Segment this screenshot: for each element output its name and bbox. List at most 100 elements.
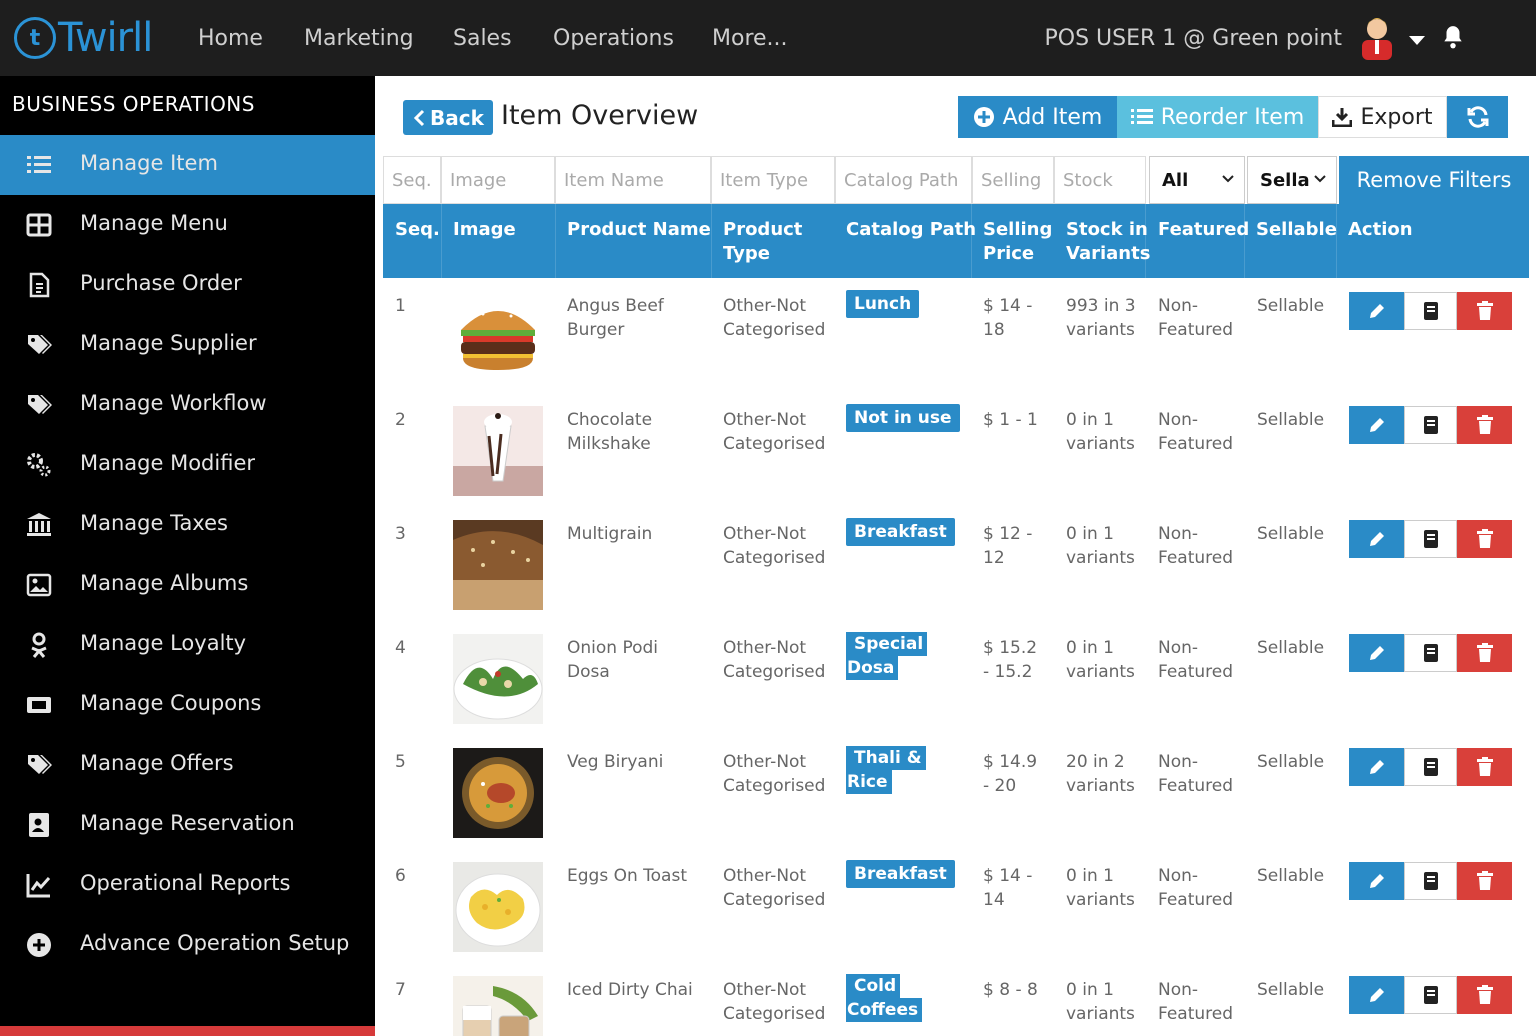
edit-button[interactable] bbox=[1349, 976, 1404, 1014]
sidebar-item-manage-supplier[interactable]: Manage Supplier bbox=[0, 315, 375, 375]
featured-line2: Featured bbox=[1158, 1004, 1234, 1024]
sidebar-item-operational-reports[interactable]: Operational Reports bbox=[0, 855, 375, 915]
avatar[interactable] bbox=[1359, 12, 1395, 60]
details-button[interactable] bbox=[1404, 406, 1457, 444]
delete-button[interactable] bbox=[1457, 406, 1512, 444]
delete-button[interactable] bbox=[1457, 292, 1512, 330]
user-menu-caret-icon[interactable] bbox=[1409, 36, 1425, 45]
sidebar-item-manage-offers[interactable]: Manage Offers bbox=[0, 735, 375, 795]
back-button[interactable]: Back bbox=[403, 100, 493, 135]
details-button[interactable] bbox=[1404, 634, 1457, 672]
nav-marketing[interactable]: Marketing bbox=[304, 0, 414, 76]
featured-line2: Featured bbox=[1158, 320, 1234, 340]
details-button[interactable] bbox=[1404, 862, 1457, 900]
row-product-name[interactable]: Multigrain bbox=[567, 522, 652, 546]
col-product-type[interactable]: Product Type bbox=[723, 218, 802, 266]
remove-filters-button[interactable]: Remove Filters bbox=[1339, 156, 1529, 204]
sidebar-item-manage-menu[interactable]: Manage Menu bbox=[0, 195, 375, 255]
edit-button[interactable] bbox=[1349, 862, 1404, 900]
featured-filter-select[interactable]: All bbox=[1149, 156, 1245, 204]
bread-image[interactable] bbox=[453, 520, 543, 610]
sidebar-item-manage-item[interactable]: Manage Item bbox=[0, 135, 375, 195]
milkshake-image[interactable] bbox=[453, 406, 543, 496]
row-sellable: Sellable bbox=[1257, 980, 1325, 1000]
catalog-path-filter-input[interactable]: Catalog Path bbox=[835, 156, 972, 204]
sidebar-item-manage-modifier[interactable]: Manage Modifier bbox=[0, 435, 375, 495]
col-selling-price[interactable]: Selling Price bbox=[983, 218, 1052, 266]
col-seq[interactable]: Seq. bbox=[395, 218, 440, 242]
nav-more[interactable]: More... bbox=[712, 0, 788, 76]
refresh-button[interactable] bbox=[1447, 96, 1508, 138]
list-icon bbox=[27, 156, 51, 173]
featured-line1: Non- bbox=[1158, 410, 1199, 430]
bell-icon[interactable] bbox=[1440, 24, 1466, 50]
col-featured[interactable]: Featured bbox=[1158, 218, 1249, 242]
export-button[interactable]: Export bbox=[1318, 96, 1447, 138]
table-row: 2 Chocolate Milkshake Other-Not Categorise… bbox=[383, 392, 1529, 506]
selling-filter-input[interactable]: Selling bbox=[972, 156, 1054, 204]
col-stock[interactable]: Stock in Variants bbox=[1066, 218, 1150, 266]
delete-button[interactable] bbox=[1457, 520, 1512, 558]
burger-image[interactable] bbox=[453, 290, 543, 380]
catalog-badge-line2: Dosa bbox=[846, 656, 899, 680]
app-logo[interactable]: t Twirll bbox=[14, 14, 153, 62]
dosa-image[interactable] bbox=[453, 634, 543, 724]
col-catalog-path[interactable]: Catalog Path bbox=[846, 218, 976, 242]
sidebar-item-manage-workflow[interactable]: Manage Workflow bbox=[0, 375, 375, 435]
item-type-filter-input[interactable]: Item Type bbox=[711, 156, 835, 204]
tags-icon bbox=[28, 335, 52, 354]
nav-sales[interactable]: Sales bbox=[453, 0, 512, 76]
trash-icon bbox=[1476, 985, 1493, 1004]
item-name-filter-input[interactable]: Item Name bbox=[555, 156, 711, 204]
sidebar-item-label: Operational Reports bbox=[80, 871, 291, 895]
details-button[interactable] bbox=[1404, 292, 1457, 330]
list-icon bbox=[1130, 109, 1153, 124]
image-filter-input[interactable]: Image bbox=[441, 156, 555, 204]
row-product-name[interactable]: Onion Podi Dosa bbox=[567, 636, 658, 684]
stock-filter-input[interactable]: Stock bbox=[1054, 156, 1146, 204]
edit-button[interactable] bbox=[1349, 634, 1404, 672]
row-product-name[interactable]: Eggs On Toast bbox=[567, 864, 687, 888]
row-product-name[interactable]: Veg Biryani bbox=[567, 750, 663, 774]
sidebar-item-manage-coupons[interactable]: Manage Coupons bbox=[0, 675, 375, 735]
row-product-name[interactable]: Iced Dirty Chai bbox=[567, 978, 693, 1002]
add-item-button[interactable]: Add Item bbox=[958, 96, 1117, 138]
edit-button[interactable] bbox=[1349, 748, 1404, 786]
table-row: 7 Iced Dirty Chai Other-Not Categorised C… bbox=[383, 962, 1529, 1036]
seq-filter-input[interactable]: Seq. bbox=[383, 156, 441, 204]
user-label[interactable]: POS USER 1 @ Green point bbox=[1045, 0, 1343, 76]
row-product-name[interactable]: Chocolate Milkshake bbox=[567, 408, 652, 456]
sidebar-item-advance-operation-setup[interactable]: Advance Operation Setup bbox=[0, 915, 375, 975]
col-sellable[interactable]: Sellable bbox=[1256, 218, 1337, 242]
biryani-image[interactable] bbox=[453, 748, 543, 838]
delete-button[interactable] bbox=[1457, 748, 1512, 786]
delete-button[interactable] bbox=[1457, 634, 1512, 672]
edit-button[interactable] bbox=[1349, 406, 1404, 444]
row-seq: 6 bbox=[395, 866, 406, 886]
details-button[interactable] bbox=[1404, 748, 1457, 786]
sidebar-item-manage-taxes[interactable]: Manage Taxes bbox=[0, 495, 375, 555]
sidebar-item-manage-loyalty[interactable]: Manage Loyalty bbox=[0, 615, 375, 675]
stock-line1: 0 in 1 bbox=[1066, 980, 1114, 1000]
chai-image[interactable] bbox=[453, 976, 543, 1036]
reorder-item-button[interactable]: Reorder Item bbox=[1117, 96, 1318, 138]
sellable-filter-select[interactable]: Sella bbox=[1247, 156, 1337, 204]
nav-operations[interactable]: Operations bbox=[553, 0, 674, 76]
stock-line1: 0 in 1 bbox=[1066, 866, 1114, 886]
delete-button[interactable] bbox=[1457, 862, 1512, 900]
sidebar-item-manage-reservation[interactable]: Manage Reservation bbox=[0, 795, 375, 855]
row-product-name[interactable]: Angus Beef Burger bbox=[567, 294, 664, 342]
contact-icon bbox=[29, 813, 49, 837]
nav-home[interactable]: Home bbox=[198, 0, 263, 76]
edit-button[interactable] bbox=[1349, 292, 1404, 330]
details-button[interactable] bbox=[1404, 976, 1457, 1014]
col-product-type-line1: Product bbox=[723, 219, 803, 240]
details-button[interactable] bbox=[1404, 520, 1457, 558]
edit-button[interactable] bbox=[1349, 520, 1404, 558]
featured-line1: Non- bbox=[1158, 524, 1199, 544]
sidebar-item-purchase-order[interactable]: Purchase Order bbox=[0, 255, 375, 315]
col-product-name[interactable]: Product Name bbox=[567, 218, 711, 242]
delete-button[interactable] bbox=[1457, 976, 1512, 1014]
sidebar-item-manage-albums[interactable]: Manage Albums bbox=[0, 555, 375, 615]
eggs-on-toast-image[interactable] bbox=[453, 862, 543, 952]
